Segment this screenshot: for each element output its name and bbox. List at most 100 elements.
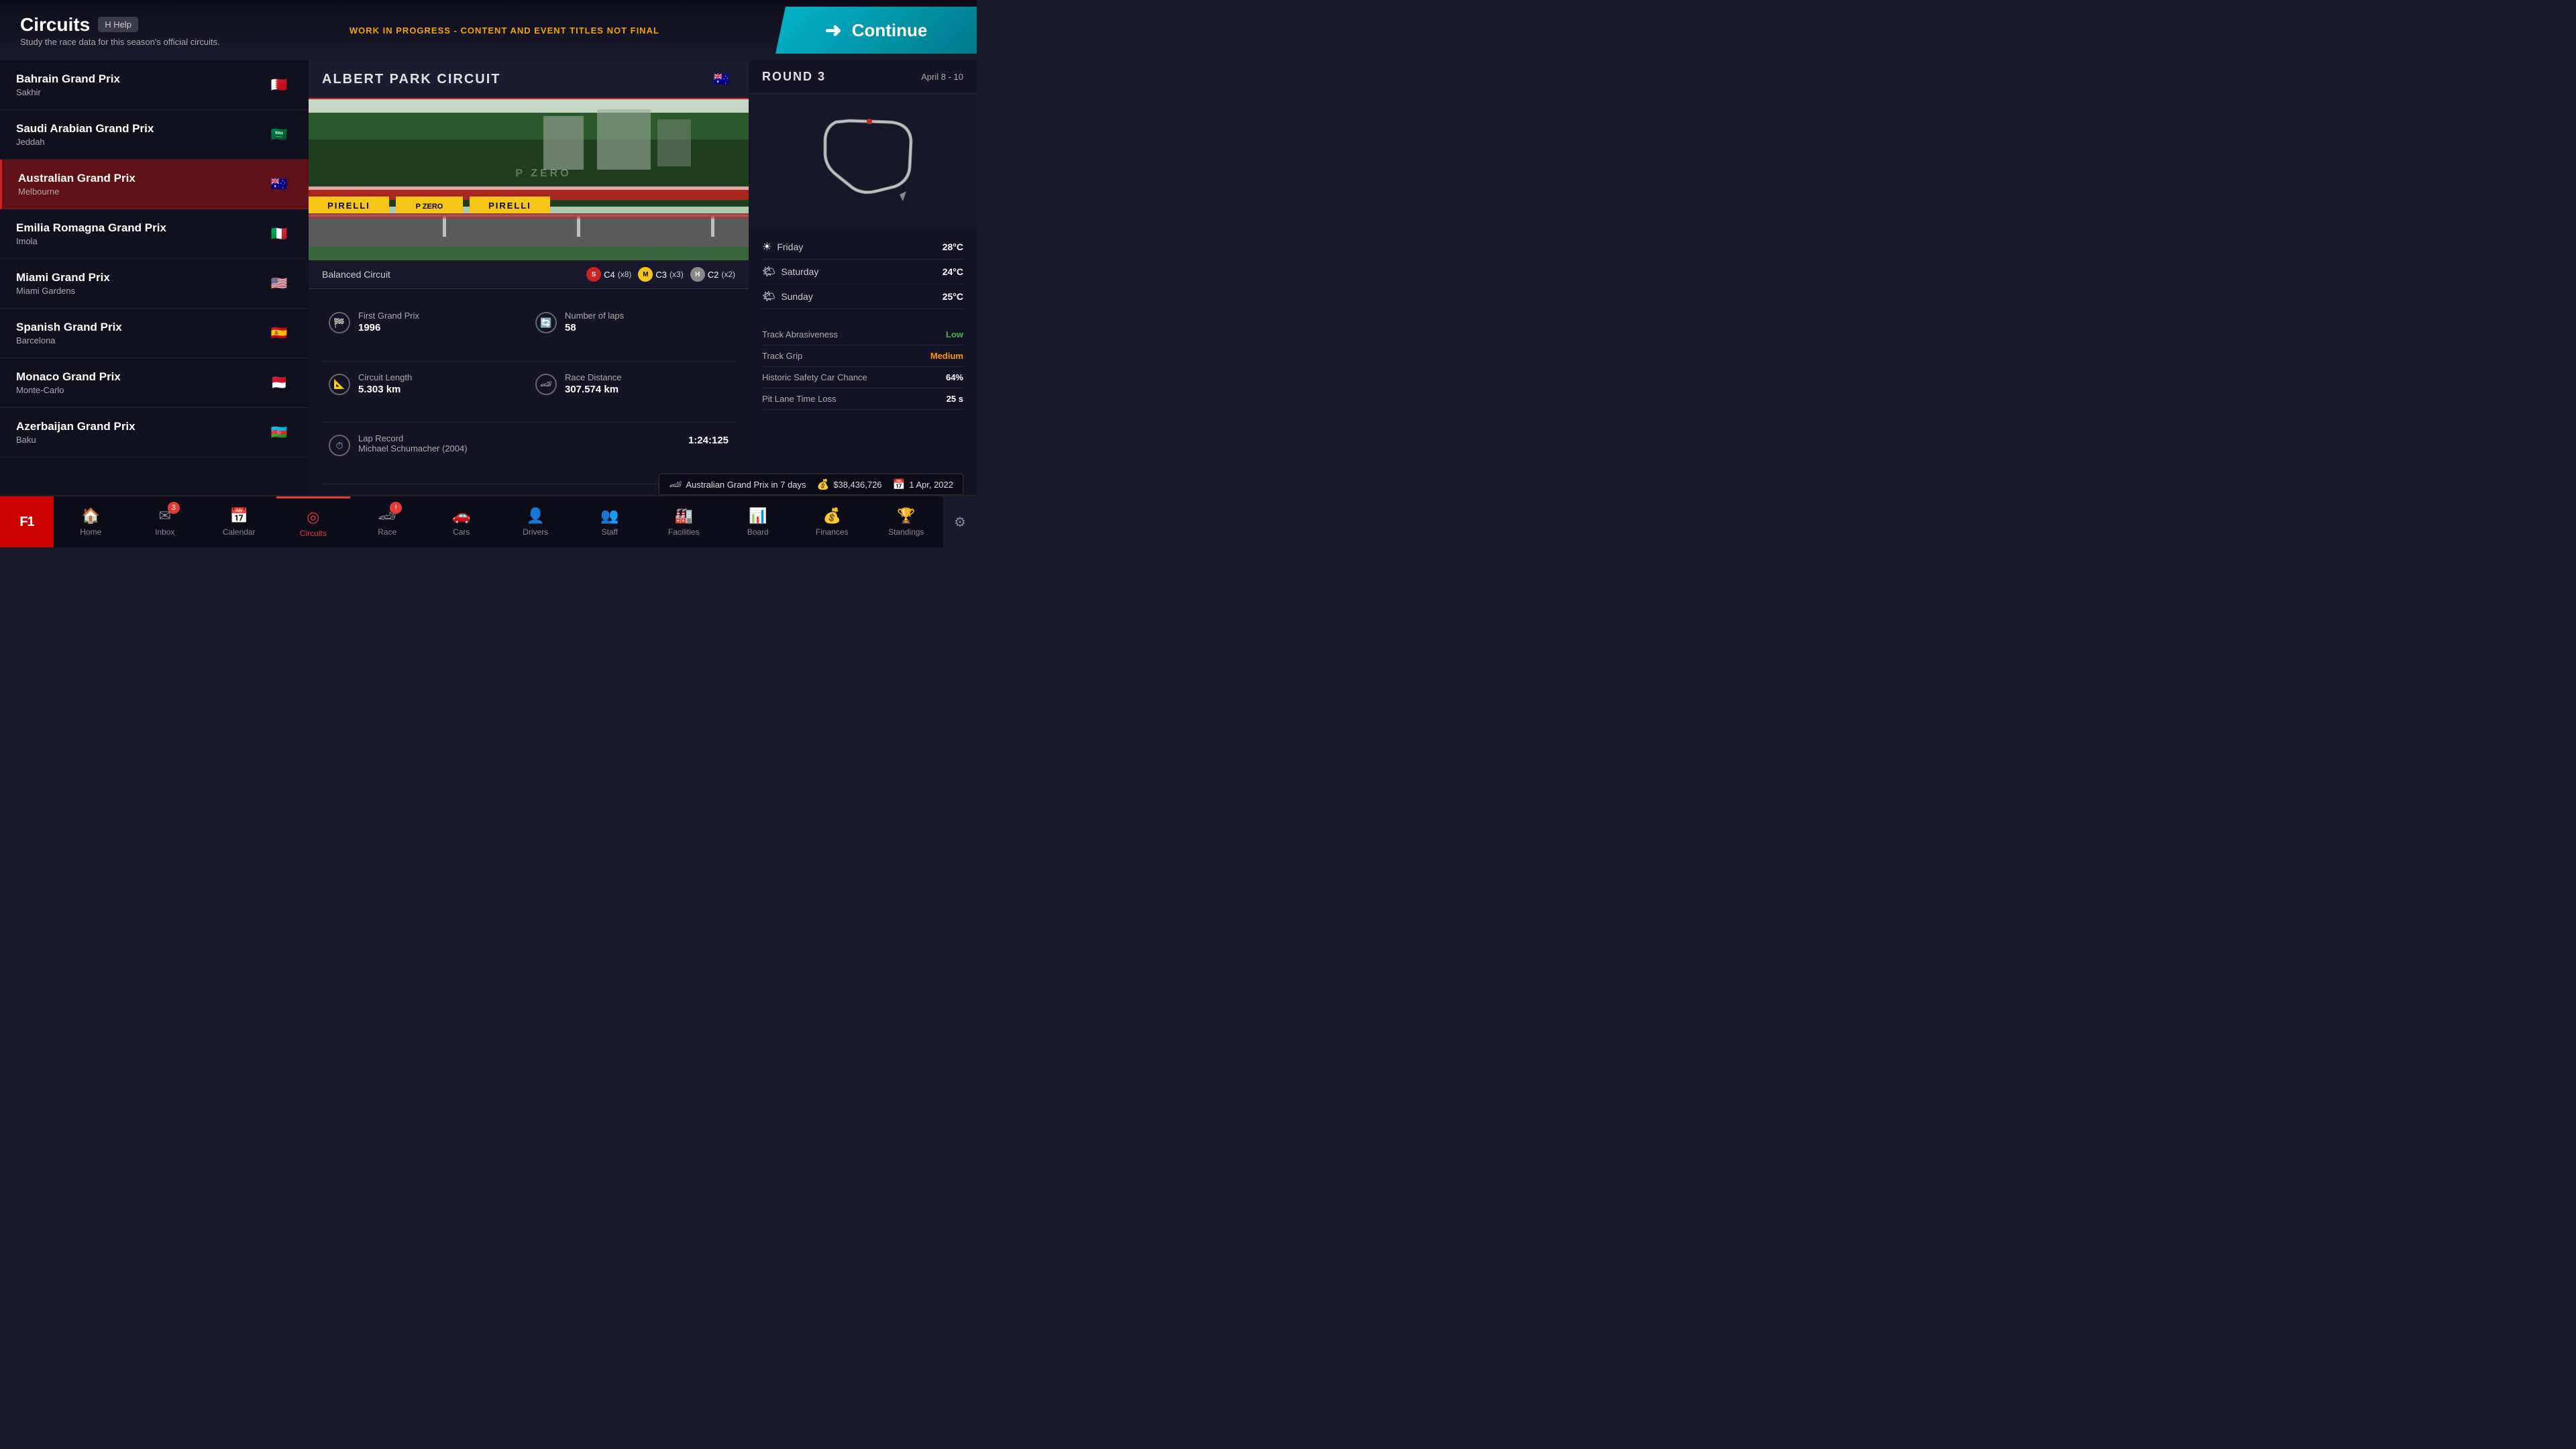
circuit-name-australia: Australian Grand Prix — [18, 172, 136, 185]
circuit-flag-spain: 🇪🇸 — [266, 324, 292, 343]
page-title: Circuits — [20, 14, 90, 36]
nav-item-home[interactable]: 🏠 Home — [54, 496, 128, 547]
circuit-info-australia: Australian Grand Prix Melbourne — [18, 172, 136, 197]
circuit-item-emilia[interactable]: Emilia Romagna Grand Prix Imola 🇮🇹 — [0, 209, 309, 259]
circuit-type: Balanced Circuit — [322, 269, 576, 280]
stat-sub: Michael Schumacher (2004) — [358, 443, 680, 453]
weather-row-saturday: 🌤 Saturday 24°C — [762, 260, 963, 284]
nav-item-inbox[interactable]: 3 ✉ Inbox — [128, 496, 203, 547]
nav-label-facilities: Facilities — [668, 527, 700, 537]
circuit-info-spain: Spanish Grand Prix Barcelona — [16, 321, 122, 345]
nav-label-cars: Cars — [453, 527, 470, 537]
weather-icon-friday: ☀ — [762, 240, 771, 254]
circuit-info-saudi: Saudi Arabian Grand Prix Jeddah — [16, 122, 154, 147]
track-map-area — [749, 94, 977, 228]
nav-item-calendar[interactable]: 📅 Calendar — [202, 496, 276, 547]
nav-item-facilities[interactable]: 🏭 Facilities — [647, 496, 721, 547]
continue-label: Continue — [852, 20, 928, 41]
circuit-city-azerbaijan: Baku — [16, 435, 136, 445]
track-stat-label: Historic Safety Car Chance — [762, 372, 867, 382]
stat-label: Race Distance — [565, 372, 622, 382]
weather-day-sunday: Sunday — [781, 291, 942, 302]
tyre-compounds: S C4 (x8) M C3 (x3) H C2 (x2) — [586, 267, 735, 282]
track-stat-value: Low — [946, 329, 963, 339]
top-bar: Circuits H Help Study the race data for … — [0, 0, 977, 60]
track-stat-track-abrasiveness: Track Abrasiveness Low — [762, 324, 963, 345]
nav-icon-finances: 💰 — [823, 507, 841, 525]
circuit-name-spain: Spanish Grand Prix — [16, 321, 122, 334]
nav-item-cars[interactable]: 🚗 Cars — [425, 496, 499, 547]
race-status-text: Australian Grand Prix in 7 days — [686, 480, 806, 490]
stat-value-lap: 1:24:125 — [688, 435, 729, 446]
circuit-city-emilia: Imola — [16, 236, 166, 246]
nav-icon-drivers: 👤 — [527, 507, 545, 525]
tyre-dot-hard: H — [690, 267, 705, 282]
round-header: ROUND 3 April 8 - 10 — [749, 60, 977, 94]
circuit-item-saudi[interactable]: Saudi Arabian Grand Prix Jeddah 🇸🇦 — [0, 110, 309, 160]
tyre-bar: Balanced Circuit S C4 (x8) M C3 (x3) H C… — [309, 260, 749, 289]
continue-arrow-icon: ➜ — [825, 19, 842, 42]
nav-icon-staff: 👥 — [600, 507, 619, 525]
weather-day-friday: Friday — [777, 241, 942, 252]
continue-button[interactable]: ➜ Continue — [775, 7, 977, 54]
track-stat-value: 64% — [946, 372, 963, 382]
circuit-name-saudi: Saudi Arabian Grand Prix — [16, 122, 154, 136]
circuit-flag-monaco: 🇲🇨 — [266, 374, 292, 392]
bottom-status-bar: 🏎 Australian Grand Prix in 7 days 💰 $38,… — [659, 474, 963, 495]
tyre-compound-hard: C2 — [708, 270, 719, 280]
nav-item-staff[interactable]: 👥 Staff — [573, 496, 647, 547]
race-status: 🏎 Australian Grand Prix in 7 days — [669, 478, 806, 490]
nav-label-standings: Standings — [888, 527, 924, 537]
circuit-track-image: PIRELLI P ZERO PIRELLI — [309, 99, 749, 260]
stat-first-grand-prix: 🏁 First Grand Prix 1996 — [322, 300, 529, 362]
weather-temp-friday: 28°C — [943, 241, 963, 252]
nav-badge-inbox: 3 — [168, 502, 180, 514]
circuit-header-name: ALBERT PARK CIRCUIT — [322, 72, 501, 87]
help-button[interactable]: H Help — [98, 17, 138, 32]
circuit-item-monaco[interactable]: Monaco Grand Prix Monte-Carlo 🇲🇨 — [0, 358, 309, 408]
tyre-hard: H C2 (x2) — [690, 267, 735, 282]
stat-value: 5.303 km — [358, 384, 412, 395]
track-stat-label: Pit Lane Time Loss — [762, 394, 837, 404]
stat-icon: 🏎 — [535, 374, 557, 395]
f1-logo: F1 — [0, 496, 54, 547]
stat-value: 58 — [565, 322, 624, 333]
circuit-item-australia[interactable]: Australian Grand Prix Melbourne 🇦🇺 — [0, 160, 309, 209]
right-panel: ROUND 3 April 8 - 10 ☀ Friday 28°C 🌤 Sat… — [749, 60, 977, 495]
track-stat-label: Track Grip — [762, 351, 802, 361]
circuit-name-miami: Miami Grand Prix — [16, 271, 110, 284]
weather-day-saturday: Saturday — [781, 266, 942, 277]
nav-icon-standings: 🏆 — [897, 507, 915, 525]
circuit-stats-grid: 🏁 First Grand Prix 1996 🔄 Number of laps… — [309, 289, 749, 495]
circuit-flag-miami: 🇺🇸 — [266, 274, 292, 293]
nav-item-finances[interactable]: 💰 Finances — [795, 496, 869, 547]
stat-icon-lap: ⏱ — [329, 435, 350, 456]
circuit-item-spain[interactable]: Spanish Grand Prix Barcelona 🇪🇸 — [0, 309, 309, 358]
nav-item-drivers[interactable]: 👤 Drivers — [498, 496, 573, 547]
nav-icon-circuits: ◎ — [307, 508, 319, 526]
circuit-flag-saudi: 🇸🇦 — [266, 125, 292, 144]
weather-section: ☀ Friday 28°C 🌤 Saturday 24°C 🌤 Sunday 2… — [749, 228, 977, 316]
nav-item-standings[interactable]: 🏆 Standings — [869, 496, 944, 547]
stat-label: Number of laps — [565, 311, 624, 321]
nav-label-board: Board — [747, 527, 769, 537]
calendar-icon: 📅 — [893, 478, 906, 490]
weather-icon-sunday: 🌤 — [762, 290, 775, 303]
stat-label: First Grand Prix — [358, 311, 419, 321]
circuit-item-miami[interactable]: Miami Grand Prix Miami Gardens 🇺🇸 — [0, 259, 309, 309]
weather-row-friday: ☀ Friday 28°C — [762, 235, 963, 260]
nav-item-board[interactable]: 📊 Board — [721, 496, 796, 547]
circuit-item-bahrain[interactable]: Bahrain Grand Prix Sakhir 🇧🇭 — [0, 60, 309, 110]
nav-badge-race: ! — [390, 502, 402, 514]
nav-icon-calendar: 📅 — [230, 507, 248, 525]
svg-text:P ZERO: P ZERO — [416, 203, 443, 211]
nav-item-circuits[interactable]: ◎ Circuits — [276, 496, 351, 547]
settings-button[interactable]: ⚙ — [943, 496, 977, 547]
nav-icon-cars: 🚗 — [452, 507, 470, 525]
tyre-dot-medium: M — [638, 267, 653, 282]
weather-row-sunday: 🌤 Sunday 25°C — [762, 284, 963, 309]
circuit-name-emilia: Emilia Romagna Grand Prix — [16, 221, 166, 235]
svg-text:PIRELLI: PIRELLI — [488, 201, 531, 211]
circuit-item-azerbaijan[interactable]: Azerbaijan Grand Prix Baku 🇦🇿 — [0, 408, 309, 458]
nav-item-race[interactable]: ! 🏎 Race — [350, 496, 425, 547]
